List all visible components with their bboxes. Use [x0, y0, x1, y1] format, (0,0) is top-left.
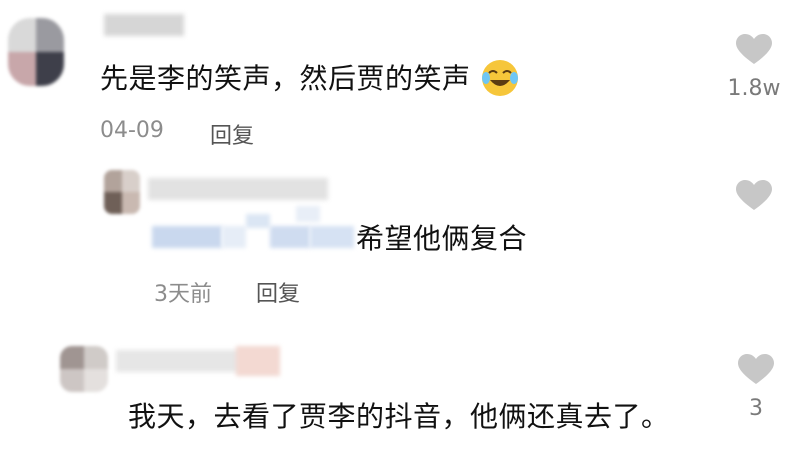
reply-button[interactable]: 回复	[256, 276, 300, 308]
laughing-crying-emoji-icon	[482, 60, 518, 96]
comment-date: 3天前	[154, 282, 212, 307]
like-count: 1.8w	[727, 76, 781, 101]
avatar[interactable]	[104, 170, 140, 214]
reply-button[interactable]: 回复	[210, 118, 254, 150]
comment-date: 04-09	[100, 118, 164, 143]
heart-icon[interactable]	[738, 354, 774, 386]
heart-icon[interactable]	[736, 180, 772, 212]
avatar[interactable]	[60, 346, 108, 392]
comment-text: 希望他俩复合	[356, 222, 528, 255]
username-blurred[interactable]	[148, 178, 328, 200]
comment-text: 先是李的笑声，然后贾的笑声	[100, 62, 471, 95]
username-blurred[interactable]	[104, 14, 184, 36]
avatar[interactable]	[8, 18, 64, 86]
username-blurred-accent	[236, 346, 280, 376]
heart-icon[interactable]	[736, 34, 772, 66]
like-count: 3	[749, 396, 763, 421]
comment-text: 我天，去看了贾李的抖音，他俩还真去了。	[128, 400, 670, 433]
